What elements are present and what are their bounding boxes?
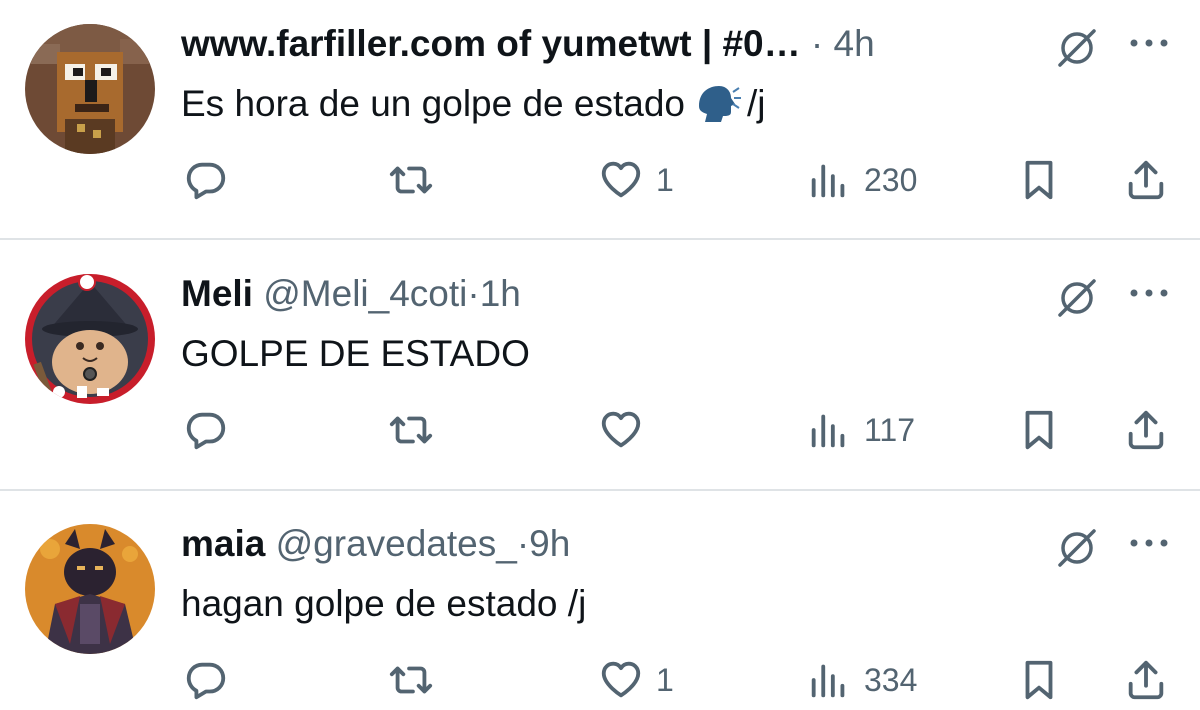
views-icon [811,664,845,698]
share-button[interactable] [1123,150,1169,210]
bookmark-icon [1025,160,1053,200]
more-icon[interactable] [1127,536,1171,550]
like-count: 1 [656,161,674,198]
tweet-header: maia @gravedates_·9h [181,520,570,568]
views-button[interactable]: 230 [806,150,917,210]
author-handle[interactable]: @gravedates_ [276,523,517,564]
avatar[interactable] [25,524,155,654]
retweet-icon [389,666,433,694]
tweet-header: Meli @Meli_4coti·1h [181,270,521,318]
views-button[interactable]: 117 [806,400,915,460]
avatar[interactable] [25,24,155,154]
author-name[interactable]: maia [181,523,265,564]
separator-dot: · [516,523,530,564]
speaking-head-emoji [695,84,741,136]
separator-dot: · [810,23,824,64]
bookmark-button[interactable] [1016,650,1062,710]
action-bar: 1 334 [0,650,1200,710]
tweet[interactable]: www.farfiller.com of yumetwt | #0… · 4h … [0,0,1200,240]
reply-button[interactable] [183,650,241,710]
divider [0,489,1200,491]
avatar-image [25,524,155,654]
like-button[interactable]: 1 [598,150,674,210]
tweet-text-main: GOLPE DE ESTADO [181,333,530,374]
share-button[interactable] [1123,650,1169,710]
bookmark-button[interactable] [1016,150,1062,210]
more-icon[interactable] [1127,36,1171,50]
reply-icon [186,162,226,200]
tweet[interactable]: maia @gravedates_·9h hagan golpe de esta… [0,500,1200,709]
more-icon[interactable] [1127,286,1171,300]
share-icon [1128,160,1164,200]
reply-button[interactable] [183,400,241,460]
share-button[interactable] [1123,400,1169,460]
share-icon [1128,660,1164,700]
separator-dot: · [467,273,480,314]
retweet-icon [389,166,433,194]
tweet-header: www.farfiller.com of yumetwt | #0… · 4h [181,20,875,68]
tweet-text-main: Es hora de un golpe de estado [181,83,685,124]
heart-icon [601,161,641,198]
divider [0,238,1200,240]
action-bar: 1 230 [0,150,1200,210]
avatar[interactable] [25,274,155,404]
tweet-text-main: hagan golpe de estado /j [181,583,587,624]
retweet-button[interactable] [388,150,446,210]
retweet-button[interactable] [388,650,446,710]
tweet-text: GOLPE DE ESTADO [181,330,530,378]
views-icon [811,414,845,448]
share-icon [1128,410,1164,450]
tweet-text: hagan golpe de estado /j [181,580,586,628]
grok-icon[interactable] [1054,525,1100,571]
views-button[interactable]: 334 [806,650,917,710]
avatar-image [25,24,155,154]
retweet-icon [389,416,433,444]
bookmark-icon [1025,660,1053,700]
views-count: 230 [864,161,918,198]
tweet-text-suffix: /j [747,83,766,124]
views-count: 334 [864,661,918,698]
reply-button[interactable] [183,150,241,210]
author-handle[interactable]: @Meli_4coti [263,273,467,314]
reply-icon [186,412,226,450]
avatar-image [25,274,155,404]
grok-icon[interactable] [1054,275,1100,321]
views-icon [811,164,845,198]
views-count: 117 [864,411,916,448]
grok-icon[interactable] [1054,25,1100,71]
bookmark-icon [1025,410,1053,450]
reply-icon [186,662,226,700]
author-name[interactable]: www.farfiller.com of yumetwt | #0… [181,23,801,64]
retweet-button[interactable] [388,400,446,460]
author-name[interactable]: Meli [181,273,253,314]
timestamp[interactable]: 4h [834,23,875,64]
bookmark-button[interactable] [1016,400,1062,460]
tweet-text: Es hora de un golpe de estado/j [181,80,766,136]
heart-icon [601,661,641,698]
like-count: 1 [656,661,674,698]
action-bar: 117 [0,400,1200,460]
like-button[interactable]: 1 [598,650,674,710]
tweet[interactable]: Meli @Meli_4coti·1h GOLPE DE ESTADO 117 [0,250,1200,490]
like-button[interactable] [598,400,656,460]
timestamp[interactable]: 1h [480,273,521,314]
timestamp[interactable]: 9h [529,523,570,564]
heart-icon [601,411,641,448]
